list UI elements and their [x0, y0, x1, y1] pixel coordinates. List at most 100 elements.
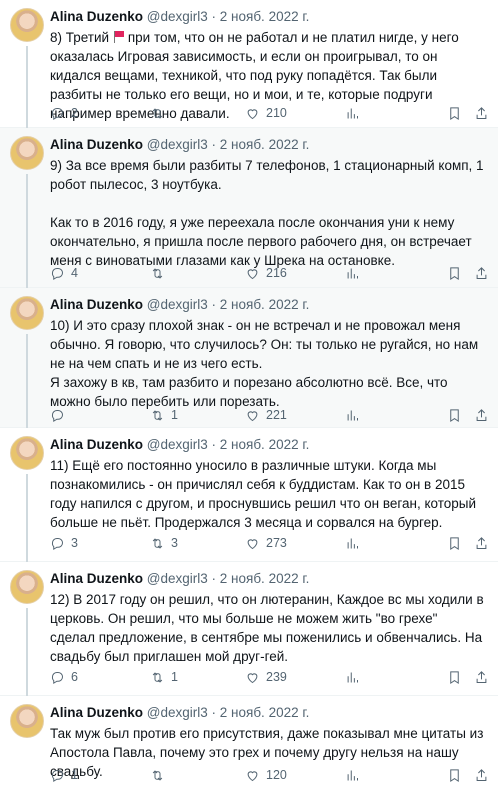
- author-name[interactable]: Alina Duzenko: [50, 9, 143, 24]
- author-name[interactable]: Alina Duzenko: [50, 437, 143, 452]
- separator: ·: [211, 437, 217, 452]
- tweet-text: 10) И это сразу плохой знак - он не встр…: [50, 318, 479, 409]
- tweet-date[interactable]: 2 нояб. 2022 г.: [220, 705, 310, 720]
- author-name[interactable]: Alina Duzenko: [50, 297, 143, 312]
- bookmark-button[interactable]: [447, 668, 462, 686]
- like-button[interactable]: 221: [245, 406, 287, 424]
- tweet-date[interactable]: 2 нояб. 2022 г.: [220, 9, 310, 24]
- reply-button[interactable]: 2: [50, 104, 78, 122]
- reply-count: 1: [71, 768, 78, 782]
- separator: ·: [211, 571, 217, 586]
- reply-button[interactable]: 6: [50, 668, 78, 686]
- retweet-icon: [152, 537, 163, 549]
- tweet-header: Alina Duzenko @dexgirl3 · 2 нояб. 2022 г…: [50, 137, 309, 152]
- tweet-actions: 4 216: [50, 264, 488, 282]
- bookmark-button[interactable]: [447, 104, 462, 122]
- like-button[interactable]: 216: [245, 264, 287, 282]
- avatar[interactable]: [10, 570, 44, 604]
- like-button[interactable]: 210: [245, 104, 287, 122]
- author-name[interactable]: Alina Duzenko: [50, 137, 143, 152]
- reply-count: 6: [71, 670, 78, 684]
- author-handle[interactable]: @dexgirl3: [147, 705, 208, 720]
- share-button[interactable]: [474, 534, 489, 552]
- author-name[interactable]: Alina Duzenko: [50, 705, 143, 720]
- separator: ·: [211, 705, 217, 720]
- avatar[interactable]: [10, 704, 44, 738]
- share-button[interactable]: [474, 264, 489, 282]
- reply-button[interactable]: [50, 406, 71, 424]
- share-button[interactable]: [474, 406, 489, 424]
- tweet-8[interactable]: Alina Duzenko @dexgirl3 · 2 нояб. 2022 г…: [0, 0, 498, 128]
- views-icon: [347, 268, 358, 278]
- tweet-11[interactable]: Alina Duzenko @dexgirl3 · 2 нояб. 2022 г…: [0, 428, 498, 562]
- author-handle[interactable]: @dexgirl3: [147, 9, 208, 24]
- views-button[interactable]: [345, 104, 366, 122]
- bookmark-button[interactable]: [447, 264, 462, 282]
- author-handle[interactable]: @dexgirl3: [147, 437, 208, 452]
- reply-icon: [51, 671, 63, 684]
- share-icon: [476, 106, 487, 119]
- tweet-10[interactable]: Alina Duzenko @dexgirl3 · 2 нояб. 2022 г…: [0, 288, 498, 428]
- bookmark-button[interactable]: [447, 766, 462, 784]
- reply-button[interactable]: 1: [50, 766, 78, 784]
- views-icon: [347, 108, 358, 118]
- like-button[interactable]: 120: [245, 766, 287, 784]
- share-button[interactable]: [474, 668, 489, 686]
- heart-icon: [247, 538, 258, 549]
- retweet-icon: [152, 107, 163, 119]
- tweet-date[interactable]: 2 нояб. 2022 г.: [220, 137, 310, 152]
- retweet-button[interactable]: [150, 104, 171, 122]
- avatar[interactable]: [10, 136, 44, 170]
- reply-count: 4: [71, 266, 78, 280]
- avatar[interactable]: [10, 8, 44, 42]
- retweet-icon: [152, 267, 163, 279]
- retweet-button[interactable]: [150, 766, 171, 784]
- tweet-text: 11) Ещё его постоянно уносило в различны…: [50, 458, 477, 530]
- author-handle[interactable]: @dexgirl3: [147, 137, 208, 152]
- tweet-date[interactable]: 2 нояб. 2022 г.: [220, 297, 310, 312]
- tweet-text: 12) В 2017 году он решил, что он лютеран…: [50, 592, 484, 664]
- tweet-actions: 1 221: [50, 406, 488, 424]
- retweet-count: 3: [171, 536, 178, 550]
- views-button[interactable]: [345, 406, 366, 424]
- tweet-9[interactable]: Alina Duzenko @dexgirl3 · 2 нояб. 2022 г…: [0, 128, 498, 288]
- bookmark-button[interactable]: [447, 534, 462, 552]
- bookmark-icon: [450, 768, 459, 782]
- share-button[interactable]: [474, 766, 489, 784]
- retweet-button[interactable]: 1: [150, 406, 178, 424]
- tweet-12[interactable]: Alina Duzenko @dexgirl3 · 2 нояб. 2022 г…: [0, 562, 498, 696]
- retweet-button[interactable]: [150, 264, 171, 282]
- tweet-text: 9) За все время были разбиты 7 телефонов…: [50, 158, 484, 268]
- views-button[interactable]: [345, 668, 366, 686]
- tweet-13[interactable]: Alina Duzenko @dexgirl3 · 2 нояб. 2022 г…: [0, 696, 498, 800]
- retweet-button[interactable]: 3: [150, 534, 178, 552]
- author-handle[interactable]: @dexgirl3: [147, 571, 208, 586]
- heart-icon: [247, 770, 258, 781]
- like-count: 216: [266, 266, 287, 280]
- like-count: 120: [266, 768, 287, 782]
- tweet-thread: Alina Duzenko @dexgirl3 · 2 нояб. 2022 г…: [0, 0, 498, 800]
- tweet-date[interactable]: 2 нояб. 2022 г.: [220, 437, 310, 452]
- like-button[interactable]: 273: [245, 534, 287, 552]
- like-button[interactable]: 239: [245, 668, 287, 686]
- author-name[interactable]: Alina Duzenko: [50, 571, 143, 586]
- views-button[interactable]: [345, 766, 366, 784]
- retweet-button[interactable]: 1: [150, 668, 178, 686]
- reply-button[interactable]: 3: [50, 534, 78, 552]
- retweet-count: 1: [171, 408, 178, 422]
- avatar[interactable]: [10, 436, 44, 470]
- author-handle[interactable]: @dexgirl3: [147, 297, 208, 312]
- views-button[interactable]: [345, 534, 366, 552]
- thread-line: [26, 334, 28, 428]
- views-icon: [347, 538, 358, 548]
- bookmark-button[interactable]: [447, 406, 462, 424]
- tweet-date[interactable]: 2 нояб. 2022 г.: [220, 571, 310, 586]
- share-button[interactable]: [474, 104, 489, 122]
- views-icon: [347, 770, 358, 780]
- share-icon: [476, 266, 487, 279]
- views-button[interactable]: [345, 264, 366, 282]
- tweet-actions: 6 1 239: [50, 668, 488, 686]
- separator: ·: [211, 137, 217, 152]
- reply-button[interactable]: 4: [50, 264, 78, 282]
- avatar[interactable]: [10, 296, 44, 330]
